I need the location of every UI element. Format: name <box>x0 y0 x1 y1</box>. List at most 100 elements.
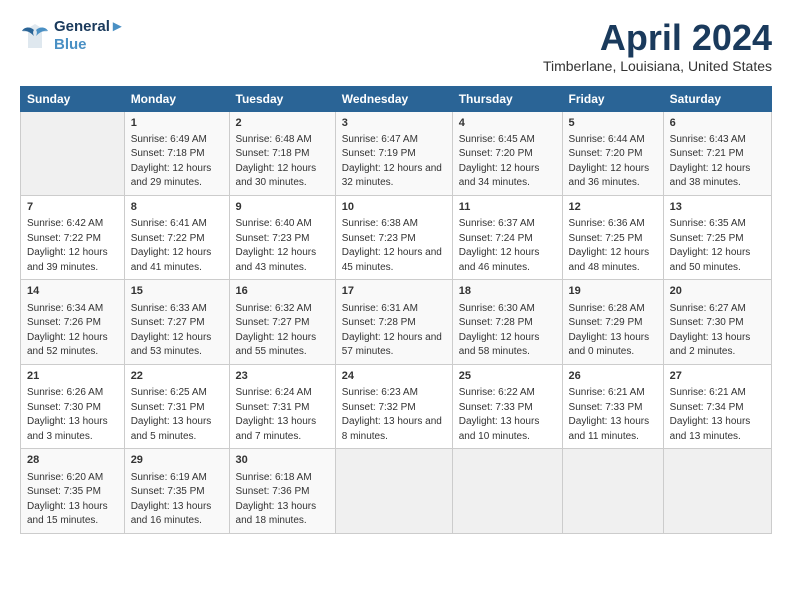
col-saturday: Saturday <box>663 86 771 111</box>
calendar-cell: 21Sunrise: 6:26 AMSunset: 7:30 PMDayligh… <box>21 364 125 448</box>
calendar-cell: 23 Sunrise: 6:24 AMSunset: 7:31 PMDayligh… <box>229 364 335 448</box>
day-number: 29 <box>131 453 223 468</box>
cell-info: Sunrise: 6:38 AMSunset: 7:23 PMDaylight:… <box>342 217 446 275</box>
cell-info: Sunrise: 6:43 AMSunset: 7:21 PMDaylight:… <box>670 133 765 191</box>
calendar-cell: 5 Sunrise: 6:44 AMSunset: 7:20 PMDaylight… <box>562 111 663 195</box>
calendar-cell: 27 Sunrise: 6:21 AMSunset: 7:34 PMDayligh… <box>663 364 771 448</box>
day-number: 23 <box>236 369 329 384</box>
col-monday: Monday <box>124 86 229 111</box>
calendar-cell: 3Sunrise: 6:47 AMSunset: 7:19 PMDaylight… <box>335 111 452 195</box>
calendar-cell: 11 Sunrise: 6:37 AMSunset: 7:24 PMDayligh… <box>452 195 562 279</box>
day-number: 25 <box>459 369 556 384</box>
cell-info: Sunrise: 6:30 AMSunset: 7:28 PMDaylight:… <box>459 302 556 360</box>
calendar-cell: 30 Sunrise: 6:18 AMSunset: 7:36 PMDayligh… <box>229 449 335 533</box>
calendar-cell: 28 Sunrise: 6:20 AMSunset: 7:35 PMDayligh… <box>21 449 125 533</box>
logo-icon <box>20 22 50 50</box>
day-number: 16 <box>236 284 329 299</box>
calendar-cell: 26Sunrise: 6:21 AMSunset: 7:33 PMDayligh… <box>562 364 663 448</box>
day-number: 13 <box>670 200 765 215</box>
cell-info: Sunrise: 6:44 AMSunset: 7:20 PMDaylight:… <box>569 133 657 191</box>
cell-info: Sunrise: 6:45 AMSunset: 7:20 PMDaylight:… <box>459 133 556 191</box>
calendar-cell: 13 Sunrise: 6:35 AMSunset: 7:25 PMDayligh… <box>663 195 771 279</box>
header: General► Blue April 2024 Timberlane, Lou… <box>20 18 772 74</box>
cell-info: Sunrise: 6:32 AMSunset: 7:27 PMDaylight:… <box>236 302 329 360</box>
day-number: 1 <box>131 116 223 131</box>
cell-info: Sunrise: 6:49 AMSunset: 7:18 PMDaylight:… <box>131 133 223 191</box>
title-block: April 2024 Timberlane, Louisiana, United… <box>543 18 772 74</box>
calendar-cell: 7Sunrise: 6:42 AMSunset: 7:22 PMDaylight… <box>21 195 125 279</box>
day-number: 2 <box>236 116 329 131</box>
calendar-title: April 2024 <box>543 18 772 58</box>
cell-info: Sunrise: 6:18 AMSunset: 7:36 PMDaylight:… <box>236 471 329 529</box>
day-number: 26 <box>569 369 657 384</box>
day-number: 8 <box>131 200 223 215</box>
day-number: 17 <box>342 284 446 299</box>
cell-info: Sunrise: 6:26 AMSunset: 7:30 PMDaylight:… <box>27 386 118 444</box>
col-sunday: Sunday <box>21 86 125 111</box>
cell-info: Sunrise: 6:31 AMSunset: 7:28 PMDaylight:… <box>342 302 446 360</box>
cell-info: Sunrise: 6:41 AMSunset: 7:22 PMDaylight:… <box>131 217 223 275</box>
day-number: 24 <box>342 369 446 384</box>
day-number: 5 <box>569 116 657 131</box>
calendar-cell: 10 Sunrise: 6:38 AMSunset: 7:23 PMDayligh… <box>335 195 452 279</box>
cell-info: Sunrise: 6:34 AMSunset: 7:26 PMDaylight:… <box>27 302 118 360</box>
logo: General► Blue <box>20 18 125 54</box>
cell-info: Sunrise: 6:22 AMSunset: 7:33 PMDaylight:… <box>459 386 556 444</box>
cell-info: Sunrise: 6:21 AMSunset: 7:34 PMDaylight:… <box>670 386 765 444</box>
cell-info: Sunrise: 6:19 AMSunset: 7:35 PMDaylight:… <box>131 471 223 529</box>
day-number: 4 <box>459 116 556 131</box>
day-number: 27 <box>670 369 765 384</box>
calendar-cell: 9 Sunrise: 6:40 AMSunset: 7:23 PMDaylight… <box>229 195 335 279</box>
cell-info: Sunrise: 6:33 AMSunset: 7:27 PMDaylight:… <box>131 302 223 360</box>
cell-info: Sunrise: 6:40 AMSunset: 7:23 PMDaylight:… <box>236 217 329 275</box>
calendar-body: 1 Sunrise: 6:49 AMSunset: 7:18 PMDaylight… <box>21 111 772 533</box>
cell-info: Sunrise: 6:35 AMSunset: 7:25 PMDaylight:… <box>670 217 765 275</box>
day-number: 20 <box>670 284 765 299</box>
day-number: 28 <box>27 453 118 468</box>
calendar-cell: 20 Sunrise: 6:27 AMSunset: 7:30 PMDayligh… <box>663 280 771 364</box>
day-number: 10 <box>342 200 446 215</box>
col-friday: Friday <box>562 86 663 111</box>
day-number: 18 <box>459 284 556 299</box>
calendar-subtitle: Timberlane, Louisiana, United States <box>543 58 772 74</box>
cell-info: Sunrise: 6:28 AMSunset: 7:29 PMDaylight:… <box>569 302 657 360</box>
calendar-cell: 8 Sunrise: 6:41 AMSunset: 7:22 PMDaylight… <box>124 195 229 279</box>
calendar-cell: 6 Sunrise: 6:43 AMSunset: 7:21 PMDaylight… <box>663 111 771 195</box>
calendar-cell: 16 Sunrise: 6:32 AMSunset: 7:27 PMDayligh… <box>229 280 335 364</box>
logo-text: General► Blue <box>54 18 125 54</box>
cell-info: Sunrise: 6:47 AMSunset: 7:19 PMDaylight:… <box>342 133 446 191</box>
calendar-cell: 24 Sunrise: 6:23 AMSunset: 7:32 PMDayligh… <box>335 364 452 448</box>
day-number: 9 <box>236 200 329 215</box>
page-container: General► Blue April 2024 Timberlane, Lou… <box>0 0 792 544</box>
calendar-week-4: 21Sunrise: 6:26 AMSunset: 7:30 PMDayligh… <box>21 364 772 448</box>
cell-info: Sunrise: 6:20 AMSunset: 7:35 PMDaylight:… <box>27 471 118 529</box>
day-number: 14 <box>27 284 118 299</box>
cell-info: Sunrise: 6:37 AMSunset: 7:24 PMDaylight:… <box>459 217 556 275</box>
calendar-week-1: 1 Sunrise: 6:49 AMSunset: 7:18 PMDaylight… <box>21 111 772 195</box>
calendar-week-5: 28 Sunrise: 6:20 AMSunset: 7:35 PMDayligh… <box>21 449 772 533</box>
calendar-cell <box>335 449 452 533</box>
calendar-cell <box>452 449 562 533</box>
col-thursday: Thursday <box>452 86 562 111</box>
cell-info: Sunrise: 6:23 AMSunset: 7:32 PMDaylight:… <box>342 386 446 444</box>
calendar-cell: 1 Sunrise: 6:49 AMSunset: 7:18 PMDaylight… <box>124 111 229 195</box>
cell-info: Sunrise: 6:24 AMSunset: 7:31 PMDaylight:… <box>236 386 329 444</box>
calendar-cell: 29 Sunrise: 6:19 AMSunset: 7:35 PMDayligh… <box>124 449 229 533</box>
calendar-cell: 18 Sunrise: 6:30 AMSunset: 7:28 PMDayligh… <box>452 280 562 364</box>
calendar-cell <box>21 111 125 195</box>
calendar-cell: 2Sunrise: 6:48 AMSunset: 7:18 PMDaylight… <box>229 111 335 195</box>
day-number: 22 <box>131 369 223 384</box>
calendar-cell: 4 Sunrise: 6:45 AMSunset: 7:20 PMDaylight… <box>452 111 562 195</box>
day-number: 15 <box>131 284 223 299</box>
cell-info: Sunrise: 6:36 AMSunset: 7:25 PMDaylight:… <box>569 217 657 275</box>
day-number: 30 <box>236 453 329 468</box>
day-number: 11 <box>459 200 556 215</box>
calendar-cell: 25 Sunrise: 6:22 AMSunset: 7:33 PMDayligh… <box>452 364 562 448</box>
calendar-cell: 12Sunrise: 6:36 AMSunset: 7:25 PMDayligh… <box>562 195 663 279</box>
cell-info: Sunrise: 6:27 AMSunset: 7:30 PMDaylight:… <box>670 302 765 360</box>
calendar-cell: 15 Sunrise: 6:33 AMSunset: 7:27 PMDayligh… <box>124 280 229 364</box>
day-number: 6 <box>670 116 765 131</box>
col-tuesday: Tuesday <box>229 86 335 111</box>
calendar-cell <box>562 449 663 533</box>
day-number: 19 <box>569 284 657 299</box>
